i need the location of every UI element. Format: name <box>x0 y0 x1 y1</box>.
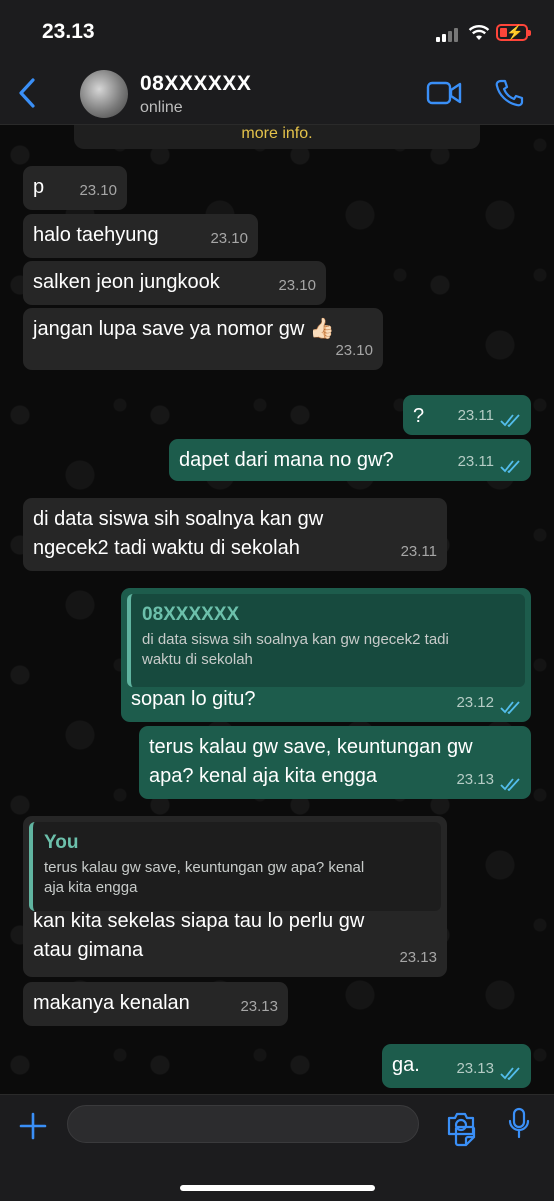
status-time: 23.13 <box>42 20 95 43</box>
quoted-message[interactable]: You terus kalau gw save, keuntungan gw a… <box>29 822 441 911</box>
camera-icon[interactable] <box>446 1111 476 1137</box>
message-text: jangan lupa save ya nomor gw 👍🏻 <box>33 318 335 340</box>
message-bubble-incoming[interactable]: jangan lupa save ya nomor gw 👍🏻 23.10 <box>23 308 383 370</box>
quoted-text-line: aja kita engga <box>44 879 138 896</box>
message-time: 23.11 <box>457 453 494 470</box>
read-receipt-icon <box>500 701 520 714</box>
message-input-bar <box>0 1094 554 1201</box>
message-time: 23.13 <box>240 998 278 1015</box>
message-bubble-outgoing[interactable]: ? 23.11 <box>403 395 531 435</box>
message-time: 23.10 <box>79 182 117 199</box>
read-receipt-icon <box>500 778 520 791</box>
read-receipt-icon <box>500 1067 520 1080</box>
back-chevron-icon[interactable] <box>14 76 40 110</box>
message-time: 23.13 <box>399 949 437 966</box>
message-text: ga. <box>392 1054 420 1076</box>
message-text: halo taehyung <box>33 224 159 246</box>
message-bubble-outgoing[interactable]: terus kalau gw save, keuntungan gw apa? … <box>139 726 531 799</box>
phone-call-icon[interactable] <box>494 78 524 108</box>
message-bubble-incoming[interactable]: halo taehyung 23.10 <box>23 214 258 258</box>
message-input[interactable] <box>67 1105 476 1147</box>
read-receipt-icon <box>500 460 520 473</box>
home-indicator <box>180 1185 375 1191</box>
message-time: 23.11 <box>400 543 437 560</box>
message-bubble-incoming[interactable]: salken jeon jungkook 23.10 <box>23 261 326 305</box>
message-text-line: apa? kenal aja kita engga <box>149 765 377 787</box>
message-text: sopan lo gitu? <box>131 688 256 710</box>
quoted-message[interactable]: 08XXXXXX di data siswa sih soalnya kan g… <box>127 594 525 687</box>
message-text: ? <box>413 405 425 427</box>
message-bubble-incoming[interactable]: p 23.10 <box>23 166 127 210</box>
status-bar: 23.13 ⚡ <box>0 0 554 62</box>
microphone-icon[interactable] <box>508 1107 530 1139</box>
message-text-line: ngecek2 tadi waktu di sekolah <box>33 537 300 559</box>
attach-plus-icon[interactable] <box>18 1111 48 1141</box>
video-call-icon[interactable] <box>426 80 462 106</box>
message-bubble-outgoing[interactable]: ga. 23.13 <box>382 1044 531 1088</box>
message-text: p <box>33 176 45 198</box>
quoted-sender-name: 08XXXXXX <box>142 604 240 625</box>
message-time: 23.10 <box>278 277 316 294</box>
wifi-icon <box>468 25 490 40</box>
quoted-sender-name: You <box>44 832 79 853</box>
message-text-line: di data siswa sih soalnya kan gw <box>33 508 324 530</box>
battery-icon: ⚡ <box>496 24 531 41</box>
message-text-line: atau gimana <box>33 939 144 961</box>
info-text: more info. <box>241 125 313 142</box>
message-bubble-outgoing[interactable]: dapet dari mana no gw? 23.11 <box>169 439 531 481</box>
message-time: 23.12 <box>456 694 494 711</box>
message-bubble-outgoing[interactable]: 08XXXXXX di data siswa sih soalnya kan g… <box>121 588 531 722</box>
quoted-text-line: di data siswa sih soalnya kan gw ngecek2… <box>142 631 449 648</box>
chat-area[interactable]: more info. p 23.10 halo taehyung 23.10 s… <box>0 125 554 1094</box>
message-text-line: kan kita sekelas siapa tau lo perlu gw <box>33 910 365 932</box>
message-time: 23.11 <box>457 407 494 424</box>
quoted-text-line: waktu di sekolah <box>142 651 253 668</box>
contact-name[interactable]: 08XXXXXX <box>140 72 251 96</box>
message-text: dapet dari mana no gw? <box>179 449 394 471</box>
message-text-line: terus kalau gw save, keuntungan gw <box>149 736 473 758</box>
encryption-info-notice[interactable]: more info. <box>74 125 480 149</box>
message-text: salken jeon jungkook <box>33 271 220 293</box>
chat-header: 08XXXXXX online <box>0 62 554 125</box>
message-time: 23.13 <box>456 771 494 788</box>
signal-icon <box>436 27 458 42</box>
message-bubble-incoming[interactable]: di data siswa sih soalnya kan gw ngecek2… <box>23 498 447 571</box>
quoted-text-line: terus kalau gw save, keuntungan gw apa? … <box>44 859 365 876</box>
message-time: 23.10 <box>335 342 373 359</box>
contact-status: online <box>140 99 183 116</box>
message-text: makanya kenalan <box>33 992 190 1014</box>
read-receipt-icon <box>500 414 520 427</box>
contact-avatar[interactable] <box>80 70 128 118</box>
message-bubble-incoming[interactable]: makanya kenalan 23.13 <box>23 982 288 1026</box>
message-bubble-incoming[interactable]: You terus kalau gw save, keuntungan gw a… <box>23 816 447 977</box>
message-time: 23.10 <box>210 230 248 247</box>
message-time: 23.13 <box>456 1060 494 1077</box>
